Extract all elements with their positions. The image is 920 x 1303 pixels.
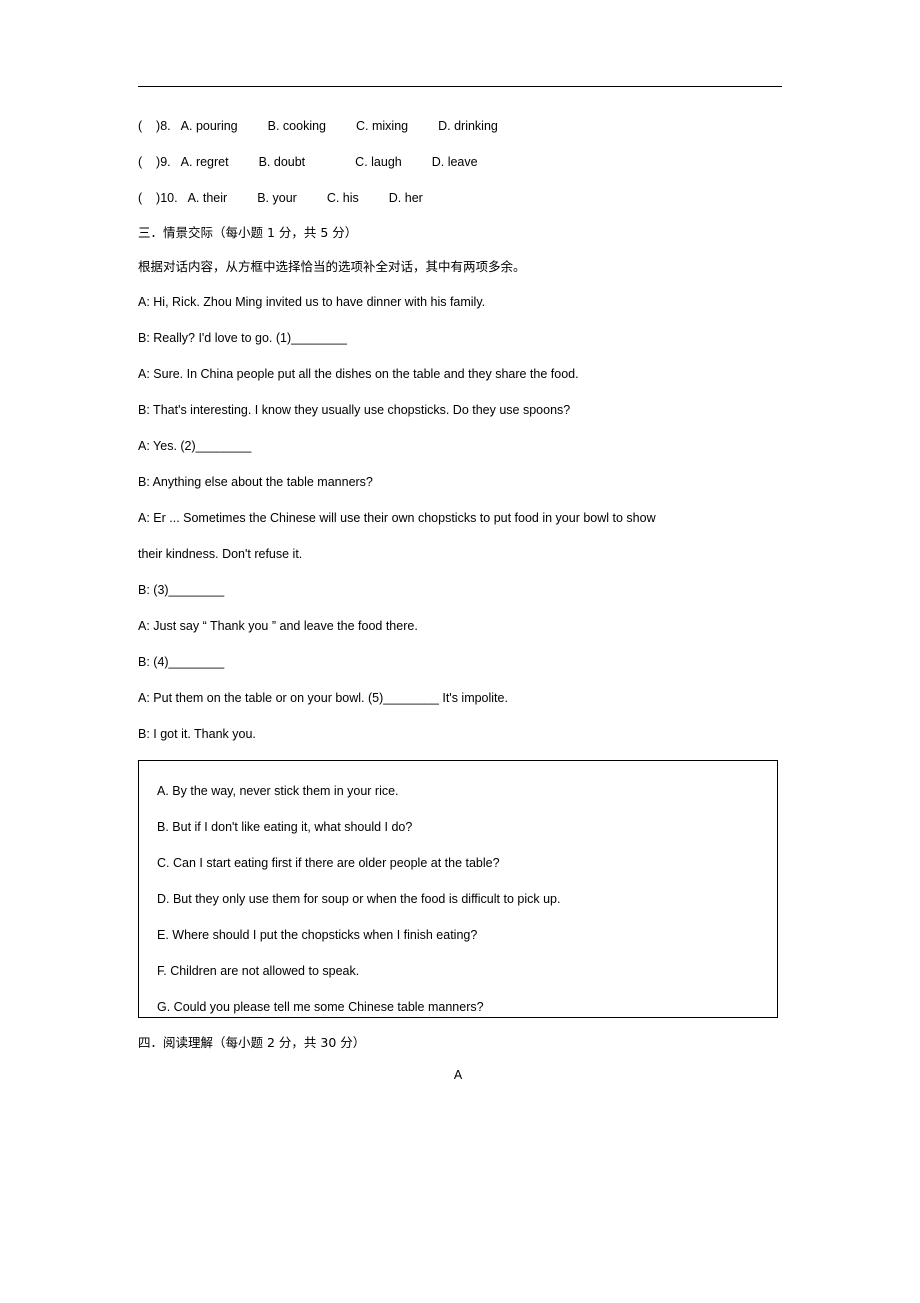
options-box-item: C. Can I start eating first if there are… [157, 856, 500, 870]
cloze-option-a: A. regret [180, 155, 229, 169]
dialog-line: B: I got it. Thank you. [138, 727, 256, 741]
options-box-item: E. Where should I put the chopsticks whe… [157, 928, 478, 942]
cloze-option-c: C. mixing [356, 119, 409, 133]
cloze-number: ( )8. [138, 119, 171, 133]
cloze-option-d: D. her [388, 191, 423, 205]
cloze-option-b: B. doubt [258, 155, 306, 169]
section-three-instruction: 根据对话内容，从方框中选择恰当的选项补全对话，其中有两项多余。 [138, 259, 526, 274]
options-box-item: A. By the way, never stick them in your … [157, 784, 399, 798]
dialog-line: A: Er ... Sometimes the Chinese will use… [138, 511, 656, 525]
section-three-title: 三．情景交际（每小题 1 分，共 5 分） [138, 225, 358, 240]
dialog-line: B: (3)________ [138, 583, 225, 597]
options-box-item: G. Could you please tell me some Chinese… [157, 1000, 484, 1014]
cloze-option-c: C. his [326, 191, 359, 205]
document-page: ( )8. A. pouring B. cooking C. mixing D. dri… [0, 0, 920, 1303]
cloze-option-b: B. cooking [267, 119, 327, 133]
options-box-item: F. Children are not allowed to speak. [157, 964, 360, 978]
dialog-line: B: That's interesting. I know they usual… [138, 403, 571, 417]
options-box-item: D. But they only use them for soup or wh… [157, 892, 561, 906]
document-content: ( )8. A. pouring B. cooking C. mixing D. dri… [138, 108, 798, 752]
dialog-line: A: Hi, Rick. Zhou Ming invited us to hav… [138, 295, 486, 309]
cloze-number: ( )9. [138, 155, 171, 169]
document-footer-content: 四．阅读理解（每小题 2 分，共 30 分） A [138, 1026, 798, 1090]
cloze-option-d: D. leave [431, 155, 478, 169]
dialog-line: A: Sure. In China people put all the dis… [138, 367, 579, 381]
cloze-option-c: C. laugh [355, 155, 402, 169]
cloze-question-row: ( )8. A. pouring B. cooking C. mixing D. dri… [138, 108, 798, 144]
dialog-line: B: Really? I'd love to go. (1)________ [138, 331, 347, 345]
cloze-option-a: A. pouring [180, 119, 238, 133]
cloze-option-a: A. their [187, 191, 228, 205]
header-divider-rule [138, 86, 782, 87]
dialog-line: A: Just say “ Thank you ” and leave the … [138, 619, 418, 633]
cloze-number: ( )10. [138, 191, 178, 205]
options-box: A. By the way, never stick them in your … [138, 760, 778, 1018]
dialog-line: B: (4)________ [138, 655, 225, 669]
cloze-question-row: ( )10. A. their B. your C. his D. her [138, 180, 798, 216]
cloze-option-d: D. drinking [438, 119, 498, 133]
dialog-line: A: Put them on the table or on your bowl… [138, 691, 508, 705]
cloze-question-row: ( )9. A. regret B. doubt C. laugh D. leave [138, 144, 798, 180]
cloze-option-b: B. your [257, 191, 297, 205]
passage-label: A [453, 1068, 463, 1082]
options-box-item: B. But if I don't like eating it, what s… [157, 820, 413, 834]
section-four-title: 四．阅读理解（每小题 2 分，共 30 分） [138, 1035, 366, 1050]
dialog-line: B: Anything else about the table manners… [138, 475, 373, 489]
dialog-line: their kindness. Don't refuse it. [138, 547, 303, 561]
dialog-line: A: Yes. (2)________ [138, 439, 252, 453]
